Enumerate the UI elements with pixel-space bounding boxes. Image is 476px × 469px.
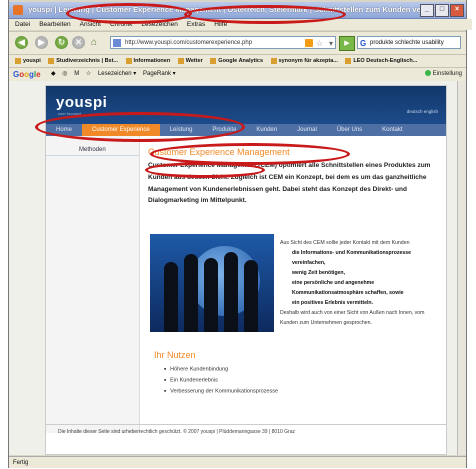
bookmark-item[interactable]: Wetter (177, 57, 203, 64)
go-button[interactable]: ▶ (339, 36, 355, 51)
google-toolbar: Google ◆ ◎ M ☆ Lesezeichen ▾ PageRank ▾ … (9, 67, 466, 81)
bookmark-item[interactable]: Informationen (125, 57, 170, 64)
favicon-icon (113, 39, 121, 47)
gmail-icon[interactable]: M (74, 71, 79, 77)
google-logo: Google (13, 70, 41, 79)
silhouette (244, 260, 258, 332)
list-item: Ein Kundenerlebnis (164, 375, 278, 386)
stop-icon[interactable]: ✕ (72, 36, 85, 49)
maximize-button[interactable]: □ (435, 4, 449, 17)
toolbar-icon-1[interactable]: ◆ (51, 71, 56, 77)
list-item: Höhere Kundenbindung (164, 364, 278, 375)
menu-file[interactable]: Datei (15, 19, 30, 30)
benefits-list: Höhere Kundenbindung Ein Kundenerlebnis … (164, 364, 278, 398)
list-item: Verbesserung der Kommunikationsprozesse (164, 386, 278, 397)
details-intro: Aus Sicht des CEM sollte jeder Kontakt m… (280, 240, 410, 246)
silhouette (204, 258, 218, 332)
nav-kunden[interactable]: Kunden (246, 124, 287, 136)
bookmark-item[interactable]: synonym für akzepta... (270, 57, 338, 64)
reload-icon[interactable]: ↻ (55, 36, 68, 49)
star-icon[interactable]: ☆ (86, 71, 91, 77)
detail-point: wenig Zeit benötigen, (292, 270, 346, 276)
nav-kontakt[interactable]: Kontakt (372, 124, 412, 136)
menu-edit[interactable]: Bearbeiten (39, 19, 70, 30)
back-icon[interactable]: ◀ (15, 36, 28, 49)
cem-details: Aus Sicht des CEM sollte jeder Kontakt m… (280, 238, 440, 328)
highlight-ring-title (184, 5, 346, 24)
bookmark-item[interactable]: Studiverzeichnis | Bst... (48, 57, 118, 64)
url-dropdown-icon[interactable]: ▾ (329, 37, 333, 48)
bookmarks-toolbar: youspi Studiverzeichnis | Bst... Informa… (9, 54, 466, 67)
site-footer: Die Inhalte dieser Seite sind urheberrec… (46, 424, 446, 438)
benefits-heading: Ihr Nutzen (154, 350, 196, 360)
bookmark-star-icon[interactable]: ☆ (316, 37, 323, 48)
toolbar-icon-2[interactable]: ◎ (62, 71, 67, 77)
rss-icon[interactable] (305, 39, 313, 47)
nav-ueber-uns[interactable]: Über Uns (327, 124, 372, 136)
google-settings-button[interactable]: Einstellung (424, 68, 462, 81)
url-text: http://www.youspi.com/customerexperience… (125, 40, 253, 46)
google-search-icon: G (360, 39, 367, 48)
silhouette (184, 254, 198, 332)
detail-point: eine persönliche und angenehme Kommunika… (292, 280, 404, 296)
bookmark-item[interactable]: youspi (15, 57, 41, 64)
site-logo[interactable]: youspi (56, 94, 107, 111)
minimize-button[interactable]: _ (420, 4, 434, 17)
bookmark-item[interactable]: Google Analytics (210, 57, 263, 64)
close-button[interactable]: × (450, 4, 464, 17)
search-input[interactable]: G produkte schlechte usability (357, 36, 461, 49)
bookmark-item[interactable]: LEO Deutsch-Englisch... (345, 57, 417, 64)
browser-window: youspi | Leistung | Customer Experience … (8, 0, 472, 468)
sidebar-item-methoden[interactable]: Methoden (46, 144, 139, 156)
silhouette (224, 252, 238, 332)
business-people-globe-image (150, 234, 274, 332)
status-bar: Fertig (9, 456, 466, 468)
firefox-icon (13, 5, 23, 16)
language-switch[interactable]: deutsch english (407, 109, 438, 114)
forward-icon[interactable]: ▶ (35, 36, 48, 49)
lesezeichen-menu[interactable]: Lesezeichen ▾ (98, 71, 136, 77)
highlight-ring-title (66, 3, 192, 24)
detail-point: ein positives Erlebnis vermitteln. (292, 300, 374, 306)
side-column: Methoden (46, 136, 140, 433)
highlight-ring-intro (145, 162, 265, 178)
vertical-scrollbar[interactable] (457, 81, 466, 455)
silhouette (164, 262, 178, 332)
highlight-ring-nav (35, 112, 245, 142)
navigation-toolbar: ◀ ▶ ↻ ✕ ⌂ http://www.youspi.com/customer… (9, 31, 466, 54)
url-input[interactable]: http://www.youspi.com/customerexperience… (110, 36, 336, 49)
home-icon[interactable]: ⌂ (91, 37, 102, 48)
pagerank-menu[interactable]: PageRank ▾ (143, 71, 176, 77)
details-outro: Deshalb wird auch von einer Sicht von Au… (280, 310, 425, 326)
detail-point: die Informations- und Kommunikationsproz… (292, 250, 412, 266)
nav-journal[interactable]: Journal (287, 124, 327, 136)
search-text: produkte schlechte usability (370, 40, 444, 46)
